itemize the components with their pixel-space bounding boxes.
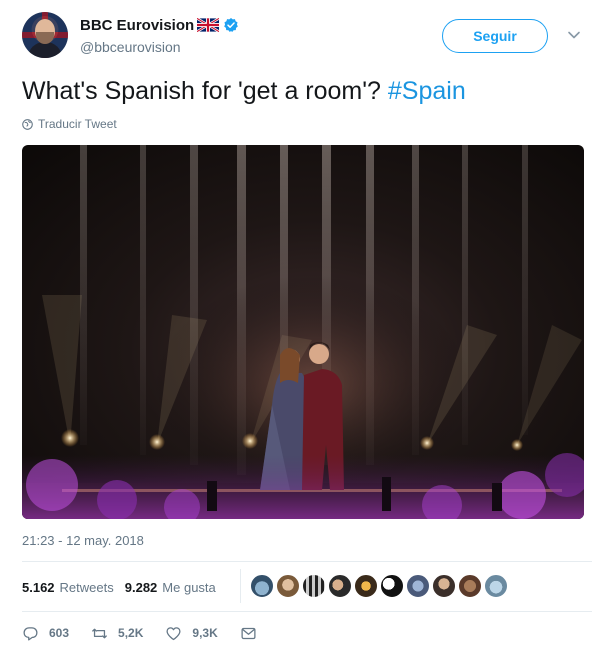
liker-avatar[interactable] bbox=[250, 574, 274, 598]
stage-photo-illustration bbox=[22, 145, 584, 519]
liker-avatar[interactable] bbox=[458, 574, 482, 598]
author-display-name[interactable]: BBC Eurovision bbox=[80, 17, 194, 34]
liker-avatar[interactable] bbox=[406, 574, 430, 598]
message-icon[interactable] bbox=[240, 625, 257, 642]
tweet-header: BBC Eurovision @bbceurovision Seguir bbox=[22, 12, 592, 62]
translate-tweet-link[interactable]: Traducir Tweet bbox=[22, 117, 117, 131]
message-action[interactable] bbox=[240, 625, 267, 642]
likes-label[interactable]: Me gusta bbox=[162, 580, 215, 595]
stats-separator bbox=[240, 569, 241, 603]
reply-action[interactable]: 603 bbox=[22, 625, 69, 642]
verified-badge-icon bbox=[224, 18, 238, 32]
follow-button[interactable]: Seguir bbox=[442, 19, 548, 53]
heart-icon[interactable] bbox=[165, 625, 182, 642]
translate-label[interactable]: Traducir Tweet bbox=[38, 117, 117, 131]
uk-flag-icon bbox=[197, 18, 220, 32]
liker-avatars bbox=[250, 574, 510, 598]
author-avatar[interactable] bbox=[22, 12, 68, 58]
divider-bottom bbox=[22, 611, 592, 612]
author-name-row[interactable]: BBC Eurovision bbox=[80, 15, 239, 35]
retweets-count[interactable]: 5.162 bbox=[22, 580, 55, 595]
tweet-timestamp[interactable]: 21:23 - 12 may. 2018 bbox=[22, 533, 144, 548]
liker-avatar[interactable] bbox=[380, 574, 404, 598]
liker-avatar[interactable] bbox=[484, 574, 508, 598]
retweet-count: 5,2K bbox=[118, 626, 144, 640]
liker-avatar[interactable] bbox=[328, 574, 352, 598]
tweet-photo[interactable] bbox=[22, 145, 584, 519]
liker-avatar[interactable] bbox=[432, 574, 456, 598]
globe-icon bbox=[22, 118, 33, 130]
liker-avatar[interactable] bbox=[276, 574, 300, 598]
tweet-text: What's Spanish for 'get a room'? #Spain bbox=[22, 76, 466, 106]
divider-top bbox=[22, 561, 592, 562]
reply-count: 603 bbox=[49, 626, 70, 640]
retweet-action[interactable]: 5,2K bbox=[91, 625, 143, 642]
like-action[interactable]: 9,3K bbox=[165, 625, 218, 642]
author-handle[interactable]: @bbceurovision bbox=[80, 39, 181, 55]
tweet-actions: 603 5,2K 9,3K bbox=[22, 623, 289, 643]
liker-avatar[interactable] bbox=[354, 574, 378, 598]
hashtag-link[interactable]: #Spain bbox=[388, 77, 466, 105]
retweets-label[interactable]: Retweets bbox=[60, 580, 114, 595]
tweet-stats: 5.162 Retweets 9.282 Me gusta bbox=[22, 576, 216, 598]
reply-icon[interactable] bbox=[22, 625, 39, 642]
tweet-body: What's Spanish for 'get a room'? bbox=[22, 77, 388, 105]
likes-count[interactable]: 9.282 bbox=[125, 580, 158, 595]
chevron-down-icon[interactable] bbox=[567, 28, 581, 42]
like-count: 9,3K bbox=[192, 626, 218, 640]
retweet-icon[interactable] bbox=[91, 625, 108, 642]
liker-avatar[interactable] bbox=[302, 574, 326, 598]
